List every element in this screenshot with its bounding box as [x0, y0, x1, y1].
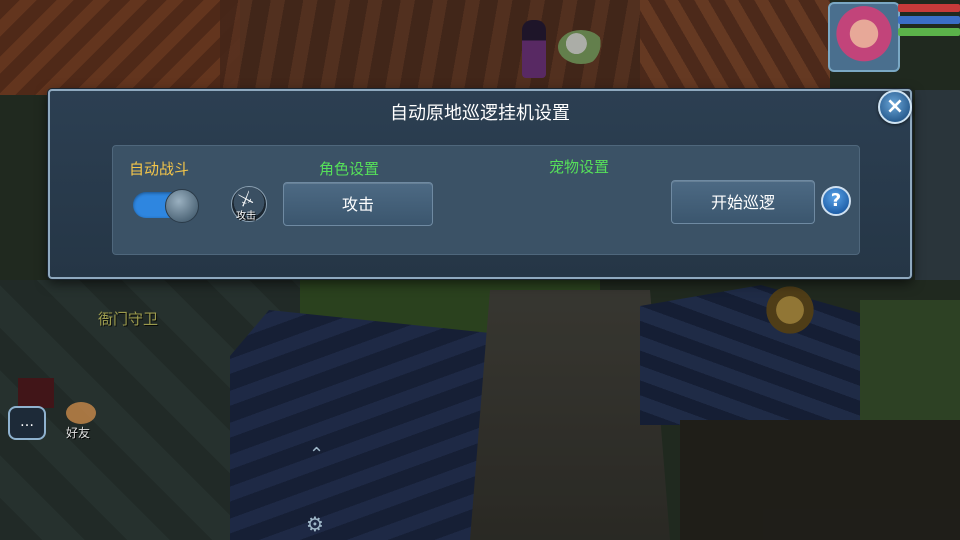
gear-icon[interactable]: ⚙: [306, 512, 324, 536]
close-icon[interactable]: ×: [878, 90, 912, 124]
friend-avatar[interactable]: [66, 402, 96, 424]
friend-label[interactable]: 好友: [66, 424, 90, 441]
skill-icon-label: 攻击: [236, 211, 256, 222]
settings-panel: 自动战斗 角色设置 宠物设置 ⚔ 攻击 攻击 开始巡逻 ?: [112, 145, 860, 255]
auto-battle-toggle[interactable]: [133, 189, 199, 223]
xp-bar: [898, 28, 960, 36]
chat-bubble-icon[interactable]: …: [8, 406, 46, 440]
toggle-knob[interactable]: [165, 189, 199, 223]
pet-settings-label: 宠物设置: [549, 158, 610, 176]
npc-name-label: 衙门守卫: [98, 310, 159, 328]
mp-bar: [898, 16, 960, 24]
hp-bar: [898, 4, 960, 12]
player-portrait[interactable]: [828, 2, 900, 72]
role-settings-label: 角色设置: [319, 160, 380, 178]
patrol-settings-dialog: 自动原地巡逻挂机设置 自动战斗 角色设置 宠物设置 ⚔ 攻击 攻击 开始巡逻 ?: [48, 89, 912, 279]
question-mark-icon[interactable]: ?: [821, 186, 851, 216]
auto-battle-label: 自动战斗: [129, 160, 190, 178]
dialog-title: 自动原地巡逻挂机设置: [390, 103, 570, 124]
chevron-up-icon[interactable]: ⌃: [309, 444, 324, 465]
start-patrol-button[interactable]: 开始巡逻: [671, 180, 815, 224]
sword-icon[interactable]: ⚔ 攻击: [231, 186, 267, 222]
game-scene: 衙门守卫 … 好友 ⌃ ⚙ 自动原地巡逻挂机设置 自动战斗 角色设置 宠物设置 …: [0, 0, 960, 540]
attack-skill-button[interactable]: 攻击: [283, 182, 433, 226]
